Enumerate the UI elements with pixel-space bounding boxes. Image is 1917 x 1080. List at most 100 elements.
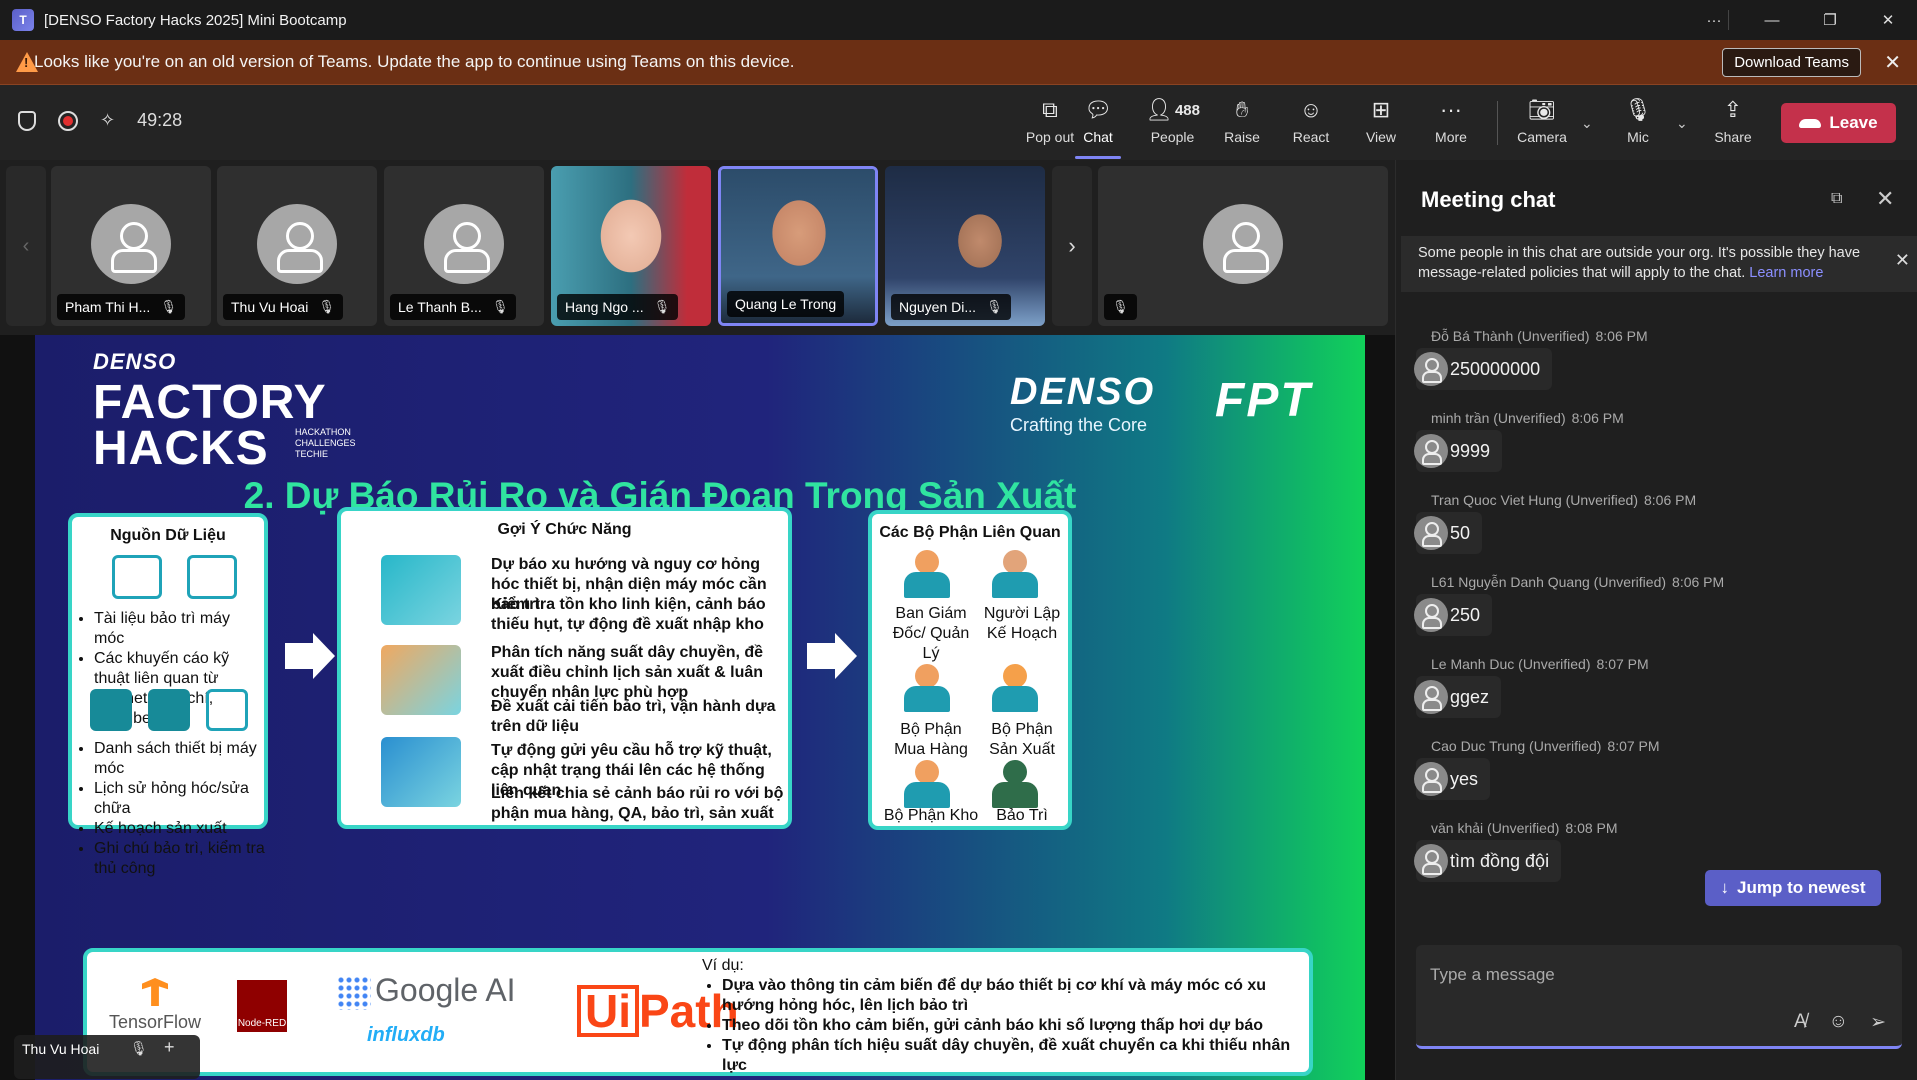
shield-icon[interactable] — [18, 110, 36, 131]
more-button[interactable]: ··· More — [1416, 95, 1486, 153]
planner-person-icon — [990, 550, 1040, 600]
participant-name: Hang Ngo ... — [565, 299, 644, 315]
chat-close-icon[interactable]: ✕ — [1876, 186, 1894, 212]
dept-label: Bộ Phận Sản Xuất — [989, 721, 1055, 758]
message-time: 8:06 PM — [1643, 492, 1697, 508]
raise-hand-icon: ✋︎ — [1235, 97, 1249, 122]
camera-options-chevron-icon[interactable]: ⌄ — [1581, 115, 1593, 132]
muted-mic-icon: 🎙︎ — [653, 299, 671, 314]
react-button[interactable]: ☺︎ React — [1276, 95, 1346, 153]
slide-fpt-logo: FPT — [1215, 374, 1312, 427]
send-icon[interactable]: ➢ — [1870, 1011, 1886, 1034]
message-sender: văn khải (Unverified) — [1431, 820, 1560, 836]
participant-tile[interactable]: Thu Vu Hoai 🎙︎ — [217, 166, 377, 326]
self-preview-tile[interactable]: 🎙︎ — [1098, 166, 1388, 326]
share-tray-icon: ⇪ — [1723, 97, 1743, 122]
avatar — [1414, 352, 1448, 386]
popout-icon: ⧉ — [1042, 97, 1058, 122]
raise-hand-button[interactable]: ✋︎ Raise — [1207, 95, 1277, 153]
participant-video-tile[interactable]: Nguyen Di... 🎙︎ — [885, 166, 1045, 326]
share-label: Share — [1714, 129, 1752, 145]
purchasing-person-icon — [902, 664, 952, 714]
download-teams-button[interactable]: Download Teams — [1722, 48, 1861, 77]
jump-to-newest-button[interactable]: ↓ Jump to newest — [1705, 870, 1881, 906]
meeting-status: ✧ 49:28 — [18, 110, 182, 131]
more-dots-icon: ··· — [1440, 97, 1462, 122]
data-sources-list-2: Danh sách thiết bị máy móc Lịch sử hỏng … — [78, 739, 274, 879]
banner-close-icon[interactable]: ✕ — [1884, 50, 1901, 75]
participant-video-tile-active-speaker[interactable]: Quang Le Trong — [718, 166, 878, 326]
people-button[interactable]: 👤︎ 488 People — [1135, 95, 1210, 153]
strip-next-chevron-icon[interactable]: › — [1052, 166, 1092, 326]
message-sender: Đỗ Bá Thành (Unverified) — [1431, 328, 1590, 344]
participant-nametag: Pham Thi H... 🎙︎ — [57, 294, 185, 320]
chat-button[interactable]: 💬︎ Chat — [1063, 95, 1133, 159]
slide-hacks-subtitle: HACKATHON CHALLENGES TECHIE — [295, 427, 356, 459]
maintenance-person-icon — [990, 760, 1040, 810]
camera-label: Camera — [1517, 129, 1567, 145]
slide-denso-brand: DENSO — [1010, 371, 1156, 413]
message-input[interactable] — [1430, 965, 1870, 985]
slide-denso-small: DENSO — [93, 349, 177, 374]
avatar — [1414, 844, 1448, 878]
influxdb-logo: influxdb — [367, 1024, 445, 1046]
dept-label: Bộ Phận Kho — [883, 807, 979, 824]
team-illustration-icon — [381, 645, 461, 715]
self-view-mini[interactable]: Thu Vu Hoai 🎙︎ + — [14, 1035, 200, 1079]
flow-arrow-icon — [807, 643, 837, 669]
flow-arrow-head-icon — [835, 633, 857, 679]
message-time: 8:07 PM — [1607, 738, 1660, 754]
dept-label: Bảo Trì — [996, 807, 1048, 824]
participant-video-tile[interactable]: Hang Ngo ... 🎙︎ — [551, 166, 711, 326]
participant-nametag: Quang Le Trong — [727, 291, 845, 317]
chat-icon: 💬︎ — [1084, 97, 1112, 122]
message-time: 8:06 PM — [1672, 574, 1725, 590]
notice-close-icon[interactable]: ✕ — [1895, 250, 1910, 270]
compose-tools: A̸ ☺︎ ➢ — [1794, 1011, 1886, 1034]
minimize-icon[interactable]: — — [1743, 0, 1801, 40]
learn-more-link[interactable]: Learn more — [1749, 265, 1823, 281]
message-sender: Tran Quoc Viet Hung (Unverified) — [1431, 492, 1638, 508]
more-options-icon[interactable]: ··· — [1685, 0, 1743, 40]
expand-plus-icon[interactable]: + — [164, 1037, 175, 1058]
mic-options-chevron-icon[interactable]: ⌄ — [1676, 115, 1688, 132]
message-time: 8:06 PM — [1595, 328, 1648, 344]
view-button[interactable]: ⊞ View — [1346, 95, 1416, 153]
message-sender: Le Manh Duc (Unverified) — [1431, 656, 1591, 672]
analytics-illustration-icon — [381, 555, 461, 625]
view-label: View — [1365, 129, 1397, 145]
muted-mic-icon: 🎙︎ — [986, 299, 1003, 314]
message-time: 8:07 PM — [1596, 656, 1649, 672]
restore-icon[interactable]: ❐ — [1801, 0, 1859, 40]
copilot-sparkle-icon[interactable]: ✧ — [100, 110, 115, 131]
muted-mic-icon: 🎙︎ — [130, 1040, 148, 1056]
dept-label: Ban Giám Đốc/ Quản Lý — [892, 605, 970, 662]
window-title: [DENSO Factory Hacks 2025] Mini Bootcamp — [44, 11, 347, 29]
document-illustration-icon — [187, 555, 237, 599]
camera-button[interactable]: 📷︎ Camera — [1507, 95, 1577, 153]
external-org-notice: Some people in this chat are outside you… — [1401, 236, 1917, 292]
tensorflow-icon — [142, 978, 168, 1006]
shared-screen-stage: DENSO FACTORY HACKS HACKATHON CHALLENGES… — [0, 335, 1395, 1080]
warehouse-person-icon — [902, 760, 952, 810]
strip-prev-chevron-icon[interactable]: ‹ — [6, 166, 46, 326]
chat-popout-icon[interactable]: ⧉ — [1831, 190, 1842, 208]
mic-button[interactable]: 🎙︎ Mic — [1603, 95, 1673, 153]
banner-message: Looks like you're on an old version of T… — [34, 52, 795, 71]
muted-mic-icon: 🎙︎ — [160, 299, 177, 314]
emoji-icon[interactable]: ☺︎ — [1829, 1011, 1848, 1034]
production-person-icon — [990, 664, 1040, 714]
share-button[interactable]: ⇪ Share — [1698, 95, 1768, 153]
close-window-icon[interactable]: ✕ — [1859, 0, 1917, 40]
format-text-icon[interactable]: A̸ — [1794, 1011, 1807, 1034]
suggested-features-title: Gợi Ý Chức Năng — [497, 521, 632, 538]
raise-label: Raise — [1224, 129, 1260, 145]
people-label: People — [1150, 129, 1195, 145]
leave-button[interactable]: Leave — [1781, 103, 1896, 143]
participant-tile[interactable]: Pham Thi H... 🎙︎ — [51, 166, 211, 326]
self-view-name: Thu Vu Hoai — [22, 1041, 100, 1057]
flow-arrow-head-icon — [313, 633, 335, 679]
participant-tile[interactable]: Le Thanh B... 🎙︎ — [384, 166, 544, 326]
mic-off-icon: 🎙︎ — [1624, 97, 1652, 122]
examples-label: Ví dụ: — [702, 957, 744, 974]
